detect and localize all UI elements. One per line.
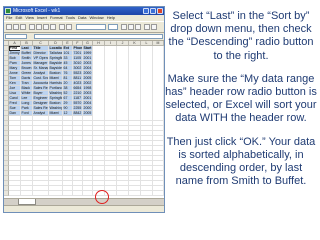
gridline <box>72 46 73 196</box>
gridline <box>152 46 153 196</box>
gridline <box>48 46 49 196</box>
annotation-circle <box>95 190 109 204</box>
save-icon[interactable] <box>20 24 26 30</box>
italic-icon[interactable] <box>128 24 134 30</box>
gridline <box>116 46 117 196</box>
window-title: Microsoft Excel - wk1 <box>13 8 61 14</box>
sort-descending-icon[interactable] <box>66 24 72 30</box>
gridline <box>82 46 83 196</box>
gridline <box>32 46 33 196</box>
gridline <box>92 46 93 196</box>
print-icon[interactable] <box>29 24 35 30</box>
gridline <box>62 46 63 196</box>
instruction-paragraph-1: Select “Last” in the “Sort by” drop down… <box>168 10 314 62</box>
formula-input[interactable] <box>34 34 163 39</box>
new-icon[interactable] <box>6 24 12 30</box>
font-size-select[interactable] <box>108 24 118 30</box>
sort-ascending-icon[interactable] <box>59 24 65 30</box>
align-center-icon[interactable] <box>151 24 157 30</box>
excel-screenshot: Microsoft Excel - wk1 File Edit View Ins… <box>3 6 165 213</box>
window-controls <box>143 8 163 14</box>
slide: Microsoft Excel - wk1 File Edit View Ins… <box>0 0 320 240</box>
bold-icon[interactable] <box>121 24 127 30</box>
open-icon[interactable] <box>13 24 19 30</box>
copy-icon[interactable] <box>43 24 49 30</box>
minimize-icon[interactable] <box>143 8 149 14</box>
maximize-icon[interactable] <box>150 8 156 14</box>
instruction-paragraph-2: Make sure the “My data range has” header… <box>165 72 317 125</box>
font-select[interactable] <box>76 24 106 30</box>
name-box[interactable] <box>5 34 27 39</box>
gridline <box>140 46 141 196</box>
title-bar: Microsoft Excel - wk1 <box>4 7 164 15</box>
sheet-tab-bar <box>4 198 164 205</box>
gridline <box>128 46 129 196</box>
toolbar <box>4 21 164 33</box>
spreadsheet-grid[interactable]: A B C D E F G H I J K L M First Last Title Location Ext Ph… <box>4 41 164 198</box>
align-left-icon[interactable] <box>144 24 150 30</box>
underline-icon[interactable] <box>135 24 141 30</box>
instruction-paragraph-3: Then just click “OK.” Your data is sorte… <box>166 135 316 188</box>
gridline <box>163 46 164 196</box>
gridline <box>104 46 105 196</box>
gridline <box>20 46 21 196</box>
instruction-text: Select “Last” in the “Sort by” drop down… <box>165 10 317 198</box>
table-cell[interactable]: Miami <box>49 111 63 116</box>
formula-bar <box>4 33 164 41</box>
paste-icon[interactable] <box>50 24 56 30</box>
close-icon[interactable] <box>157 8 163 14</box>
cut-icon[interactable] <box>36 24 42 30</box>
excel-icon <box>5 8 11 14</box>
table-cell[interactable]: Analyst <box>33 111 49 116</box>
status-bar <box>4 205 164 212</box>
